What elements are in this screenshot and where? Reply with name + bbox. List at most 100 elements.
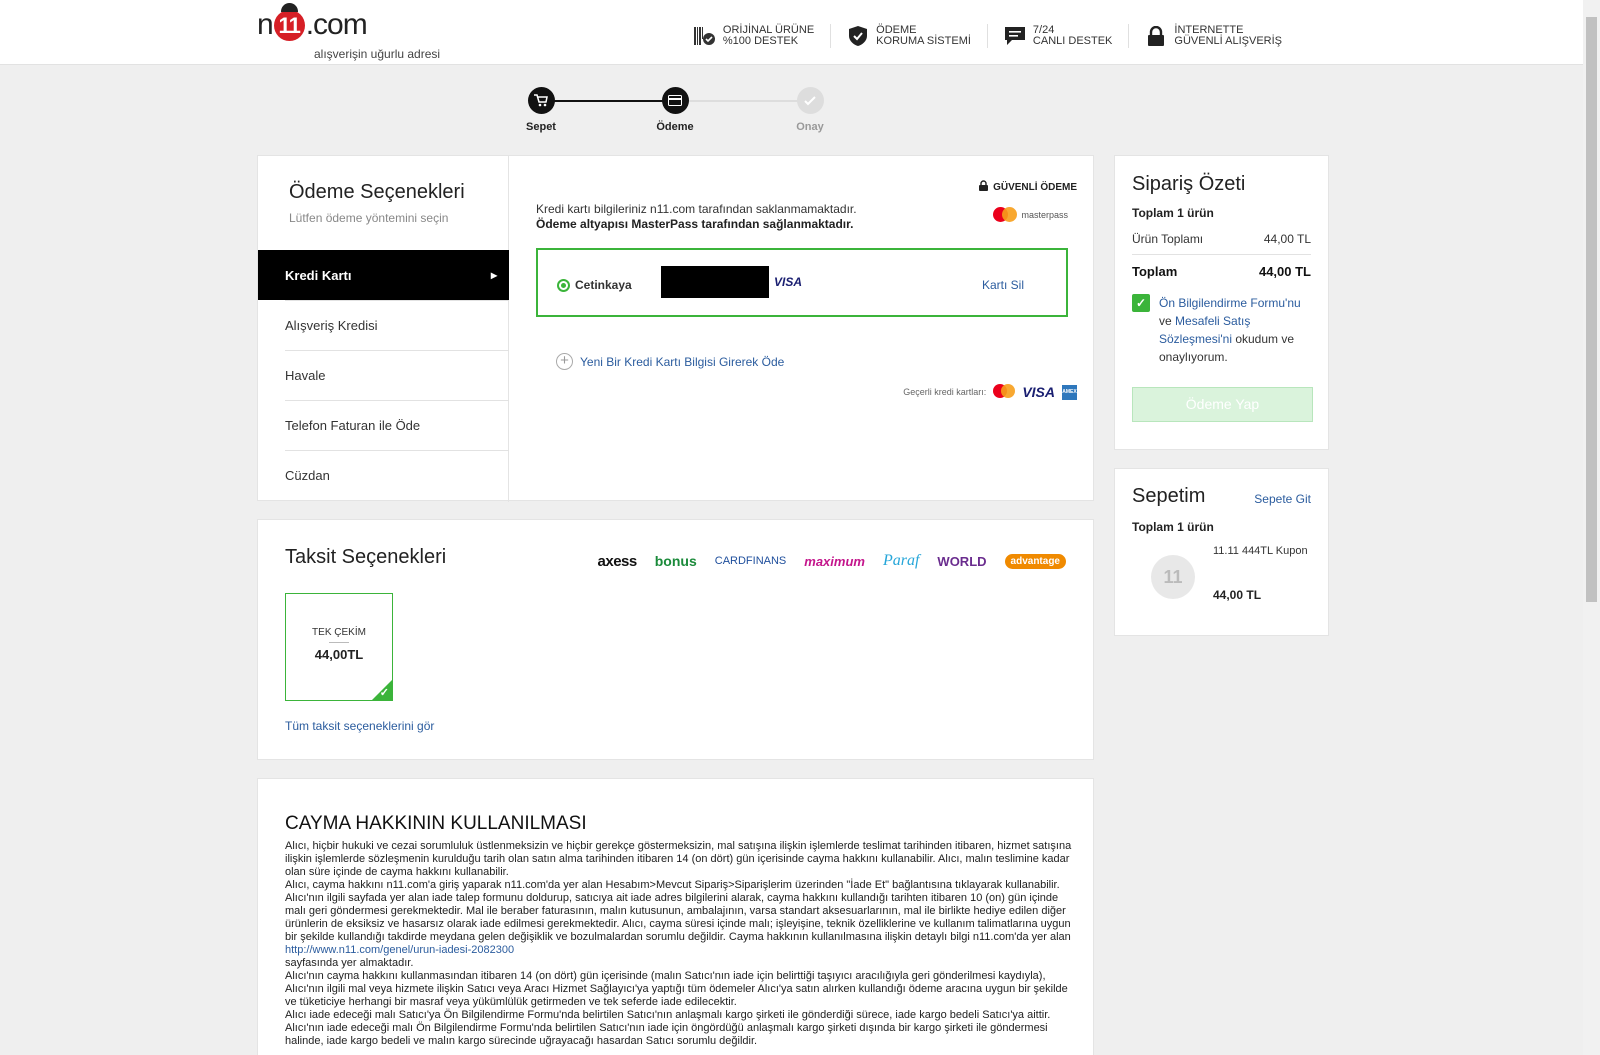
visa-icon: VISA — [1022, 384, 1055, 400]
badge-secure-shopping: İNTERNETTE GÜVENLİ ALIŞVERİŞ — [1128, 24, 1298, 48]
valid-cards-label: Geçerli kredi kartları: — [903, 387, 987, 397]
lock-icon — [1145, 25, 1167, 47]
check-icon — [796, 87, 824, 114]
cart-item-name[interactable]: 11.11 444TL Kupon — [1213, 545, 1313, 558]
single-payment-price: 44,00TL — [314, 647, 364, 662]
ladybug-logo-icon: 11 — [273, 2, 305, 41]
preliminary-info-link[interactable]: Ön Bilgilendirme Formu'nu — [1159, 296, 1301, 310]
barcode-check-icon — [693, 25, 716, 47]
saved-card-radio[interactable] — [557, 279, 570, 292]
bonus-logo: bonus — [654, 553, 697, 569]
selected-check-icon: ✓ — [379, 687, 389, 699]
method-shopping-credit[interactable]: Alışveriş Kredisi — [258, 300, 509, 350]
valid-cards: Geçerli kredi kartları: VISA AMEX — [903, 384, 1077, 400]
secure-payment-label: GÜVENLİ ÖDEME — [979, 180, 1077, 194]
masterpass-logo: masterpass — [993, 207, 1068, 223]
order-item-count: Toplam 1 ürün — [1132, 206, 1214, 220]
masterpass-text: masterpass — [1021, 210, 1068, 220]
return-info-link[interactable]: http://www.n11.com/genel/urun-iadesi-208… — [285, 944, 514, 956]
subtotal-label: Ürün Toplamı — [1132, 232, 1204, 246]
payment-method-list: Kredi Kartı Alışveriş Kredisi Havale Tel… — [258, 250, 509, 500]
step-confirm-label: Onay — [796, 121, 824, 133]
step-confirm: Onay — [770, 87, 850, 133]
shield-check-icon — [847, 25, 869, 47]
cardfinans-logo: CARDFINANS — [714, 555, 787, 567]
step-cart: Sepet — [501, 87, 581, 133]
method-phone-bill[interactable]: Telefon Faturan ile Öde — [258, 400, 509, 450]
scrollbar-thumb[interactable] — [1586, 17, 1597, 602]
single-payment-label: TEK ÇEKİM — [312, 627, 366, 638]
badge-original: ORİJİNAL ÜRÜNE %100 DESTEK — [678, 24, 830, 48]
total-label: Toplam — [1132, 264, 1178, 279]
logo-slogan: alışverişin uğurlu adresi — [314, 47, 441, 61]
subtotal-row: Ürün Toplamı 44,00 TL — [1132, 232, 1311, 246]
method-credit-card[interactable]: Kredi Kartı — [258, 250, 509, 300]
cart-title: Sepetim — [1132, 485, 1206, 507]
payment-methods-panel: Ödeme Seçenekleri Lütfen ödeme yöntemini… — [258, 156, 509, 502]
withdrawal-paragraph: Alıcı iade edeceği malı Satıcı'ya Ön Bil… — [285, 1009, 1051, 1047]
badge-secure-line2: GÜVENLİ ALIŞVERİŞ — [1174, 35, 1282, 47]
product-thumbnail[interactable]: 11 — [1151, 555, 1195, 599]
trust-badges: ORİJİNAL ÜRÜNE %100 DESTEK ÖDEME KORUMA Sİ… — [678, 24, 1298, 48]
installment-title: Taksit Seçenekleri — [285, 546, 447, 568]
withdrawal-paragraph: Alıcı'nın cayma hakkını kullanmasından i… — [285, 970, 1068, 1008]
cart-icon — [527, 87, 555, 114]
withdrawal-title: CAYMA HAKKININ KULLANILMASI — [285, 813, 587, 834]
checkout-stepper: Sepet Ödeme Onay — [526, 87, 827, 137]
installment-options-card: Taksit Seçenekleri axess bonus CARDFINAN… — [257, 519, 1094, 760]
withdrawal-right-card: CAYMA HAKKININ KULLANILMASI Alıcı, hiçbi… — [257, 778, 1094, 1055]
page-scrollbar[interactable] — [1583, 0, 1600, 1055]
maximum-logo: maximum — [804, 553, 865, 569]
amex-icon: AMEX — [1062, 384, 1077, 400]
saved-card-owner: Cetinkaya — [575, 278, 632, 292]
badge-payment-line2: KORUMA SİSTEMİ — [876, 35, 971, 47]
badge-support-line2: CANLI DESTEK — [1032, 35, 1113, 47]
agreement-text: Ön Bilgilendirme Formu'nu ve Mesafeli Sa… — [1159, 294, 1312, 366]
mastercard-circles-icon — [993, 207, 1018, 223]
subtotal-value: 44,00 TL — [1263, 232, 1311, 246]
go-to-cart-link[interactable]: Sepete Git — [1254, 492, 1311, 506]
secure-payment-text: GÜVENLİ ÖDEME — [993, 181, 1077, 193]
masked-card-number — [661, 266, 769, 298]
payment-options-card: Ödeme Seçenekleri Lütfen ödeme yöntemini… — [257, 155, 1094, 502]
summary-divider — [1132, 254, 1311, 255]
new-card-label: Yeni Bir Kredi Kartı Bilgisi Girerek Öde — [580, 354, 785, 369]
agreement-checkbox[interactable]: ✓ — [1132, 294, 1150, 312]
total-row: Toplam 44,00 TL — [1132, 264, 1311, 279]
delete-card-link[interactable]: Kartı Sil — [982, 278, 1024, 292]
visa-logo: VISA — [774, 275, 803, 289]
mastercard-icon — [993, 384, 1016, 400]
make-payment-button[interactable]: Ödeme Yap — [1132, 387, 1313, 422]
single-payment-divider — [329, 642, 349, 643]
n11-logo[interactable]: n 11 .com alışverişin uğurlu adresi — [257, 2, 440, 61]
axess-logo: axess — [597, 552, 638, 570]
cart-item-price: 44,00 TL — [1213, 588, 1262, 602]
step-payment: Ödeme — [635, 87, 715, 133]
new-card-link[interactable]: + Yeni Bir Kredi Kartı Bilgisi Girerek Ö… — [556, 353, 784, 370]
masterpass-info: Ödeme altyapısı MasterPass tarafından sa… — [536, 217, 854, 231]
single-payment-option[interactable]: TEK ÇEKİM 44,00TL ✓ — [285, 593, 393, 701]
order-summary-card: Sipariş Özeti Toplam 1 ürün Ürün Toplamı… — [1114, 155, 1329, 450]
payment-options-title: Ödeme Seçenekleri — [289, 181, 465, 203]
payment-options-subtitle: Lütfen ödeme yöntemini seçin — [289, 211, 449, 225]
withdrawal-paragraph: Alıcı, hiçbir hukuki ve cezai sorumluluk… — [285, 840, 1072, 878]
logo-text-right: .com — [305, 8, 368, 41]
withdrawal-text: Alıcı, hiçbir hukuki ve cezai sorumluluk… — [285, 840, 1075, 1048]
all-installments-link[interactable]: Tüm taksit seçeneklerini gör — [285, 719, 434, 733]
withdrawal-paragraph: sayfasında yer almaktadır. — [285, 957, 414, 969]
chat-bubble-icon — [1004, 25, 1026, 47]
plus-circle-icon: + — [556, 353, 573, 370]
method-bank-transfer[interactable]: Havale — [258, 350, 509, 400]
top-header: n 11 .com alışverişin uğurlu adresi ORİJ… — [0, 0, 1583, 65]
lock-icon — [979, 180, 989, 194]
paraf-logo: Paraf — [882, 552, 920, 569]
card-storage-info: Kredi kartı bilgileriniz n11.com tarafın… — [536, 202, 857, 216]
cart-item-count: Toplam 1 ürün — [1132, 520, 1214, 534]
saved-card-option[interactable]: Cetinkaya VISA Kartı Sil — [536, 248, 1068, 317]
badge-payment-protection: ÖDEME KORUMA SİSTEMİ — [830, 24, 987, 48]
method-wallet[interactable]: Cüzdan — [258, 450, 509, 500]
world-logo: WORLD — [937, 553, 987, 569]
credit-card-panel: GÜVENLİ ÖDEME Kredi kartı bilgileriniz n… — [509, 156, 1094, 502]
total-value: 44,00 TL — [1258, 264, 1311, 279]
advantage-logo: advantage — [1004, 553, 1066, 569]
